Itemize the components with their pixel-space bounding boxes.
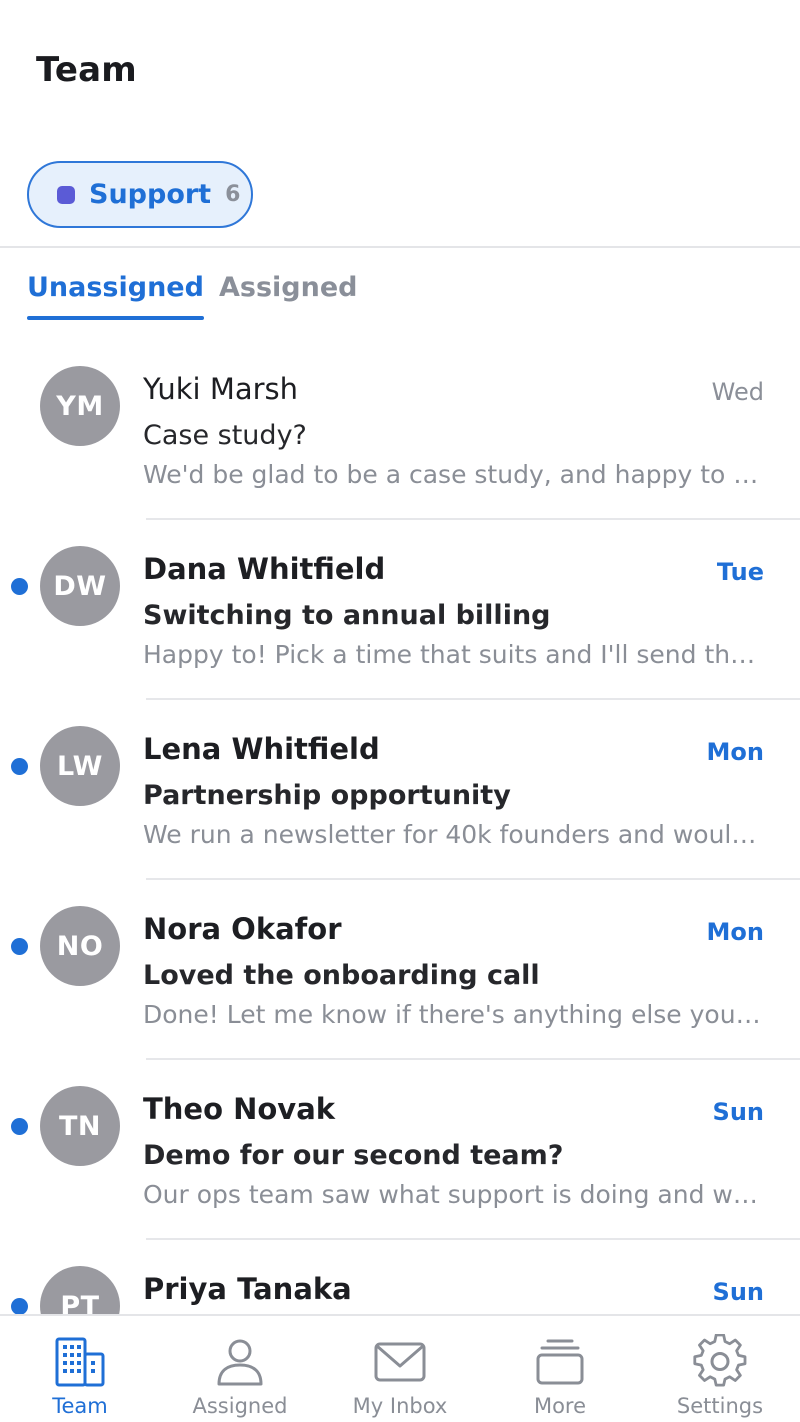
conversation-time: Mon [706,738,764,766]
person-icon [217,1339,263,1386]
conversation-time: Wed [711,378,764,406]
unread-indicator [11,938,28,955]
conversation-row[interactable]: NO Nora Okafor Mon Loved the onboarding … [0,880,800,1060]
conversation-time: Tue [716,558,764,586]
contact-name: Dana Whitfield [143,552,386,586]
conversation-list: YM Yuki Marsh Wed Case study? We'd be gl… [0,340,800,1420]
tabbar-settings[interactable]: Settings [640,1316,800,1422]
conversation-row[interactable]: DW Dana Whitfield Tue Switching to annua… [0,520,800,700]
contact-name: Nora Okafor [143,912,342,946]
avatar: DW [40,546,120,626]
conversation-preview: Done! Let me know if there's anything el… [143,1000,765,1029]
avatar: YM [40,366,120,446]
conversation-preview: We run a newsletter for 40k founders and… [143,820,765,849]
conversation-subject: Partnership opportunity [143,780,511,811]
tab-unassigned-label: Unassigned [27,272,204,303]
conversation-subject: Demo for our second team? [143,1140,564,1171]
tabbar-settings-label: Settings [676,1394,764,1418]
avatar: NO [40,906,120,986]
avatar: TN [40,1086,120,1166]
tabbar-assigned[interactable]: Assigned [160,1316,320,1422]
app-screen: Team Support 6 Unassigned Assigned YM Yu… [0,0,800,1422]
tab-assigned-label: Assigned [219,272,358,303]
conversation-preview: Happy to! Pick a time that suits and I'l… [143,640,765,669]
unread-indicator [11,758,28,775]
contact-name: Lena Whitfield [143,732,380,766]
unread-indicator [11,1298,28,1315]
tabbar-team-label: Team [52,1394,108,1418]
envelope-icon [374,1342,426,1382]
tabbar-more-label: More [533,1394,587,1418]
contact-name: Yuki Marsh [143,372,299,406]
stack-icon [536,1339,584,1385]
conversation-preview: We'd be glad to be a case study, and hap… [143,460,765,489]
tab-assigned[interactable]: Assigned [219,272,357,320]
inbox-filter-chip[interactable]: Support 6 [27,161,253,228]
inbox-color-dot [57,185,75,204]
unread-indicator [11,578,28,595]
conversation-row[interactable]: TN Theo Novak Sun Demo for our second te… [0,1060,800,1240]
contact-name: Theo Novak [143,1092,336,1126]
tabbar-my-inbox-label: My Inbox [352,1394,448,1418]
tabbar-team[interactable]: Team [0,1316,160,1422]
gear-icon [693,1334,747,1387]
conversation-row[interactable]: YM Yuki Marsh Wed Case study? We'd be gl… [0,340,800,520]
conversation-subject: Case study? [143,420,307,451]
unread-indicator [11,1118,28,1135]
conversation-row[interactable]: LW Lena Whitfield Mon Partnership opport… [0,700,800,880]
active-tab-indicator [27,316,204,320]
header-divider [0,246,800,248]
conversation-time: Sun [712,1278,764,1306]
tab-unassigned[interactable]: Unassigned [27,272,204,320]
conversation-subject: Switching to annual billing [143,600,551,631]
conversation-subject: Loved the onboarding call [143,960,540,991]
conversation-preview: Our ops team saw what support is doing a… [143,1180,765,1209]
conversation-time: Mon [706,918,764,946]
tabbar-assigned-label: Assigned [192,1394,288,1418]
contact-name: Priya Tanaka [143,1272,352,1306]
avatar: LW [40,726,120,806]
tabbar-my-inbox[interactable]: My Inbox [320,1316,480,1422]
inbox-chip-count: 6 [225,182,241,207]
inbox-chip-label: Support [89,179,212,210]
bottom-tab-bar: Team Assigned My Inbox More Settings [0,1314,800,1422]
tabbar-more[interactable]: More [480,1316,640,1422]
page-title: Team [36,50,137,90]
building-icon [55,1337,105,1387]
conversation-time: Sun [712,1098,764,1126]
